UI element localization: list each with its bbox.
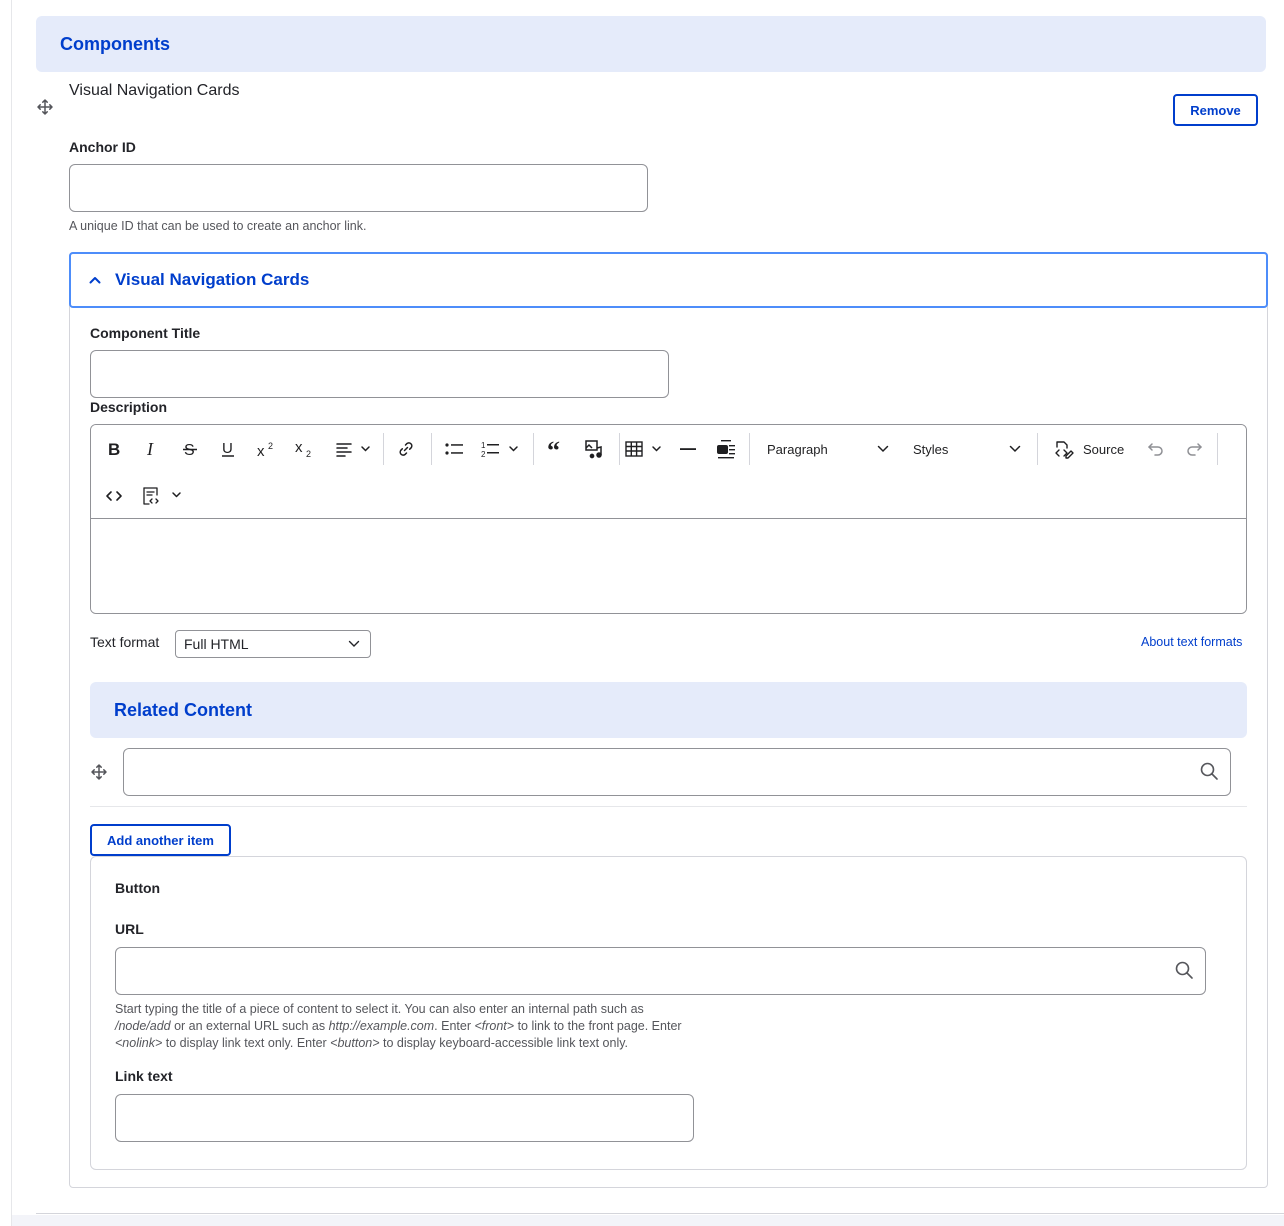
anchor-id-description: A unique ID that can be used to create a… — [69, 219, 367, 233]
link-icon[interactable] — [393, 432, 419, 466]
details-summary-title: Visual Navigation Cards — [115, 270, 310, 289]
text-format-label: Text format — [90, 634, 160, 650]
bold-icon[interactable]: B — [101, 432, 127, 466]
text-format-value: Full HTML — [184, 636, 249, 652]
details-summary-toggle[interactable]: Visual Navigation Cards — [69, 252, 1268, 308]
link-text-input[interactable] — [115, 1094, 694, 1142]
button-fieldset-legend: Button — [115, 880, 161, 896]
chevron-down-icon — [348, 640, 360, 647]
anchor-id-input[interactable] — [69, 164, 648, 212]
blockquote-icon[interactable]: “ — [543, 432, 569, 466]
rich-text-editor: B I S U x2 x2 1 2 “ Paragraph Styles Sou… — [90, 424, 1247, 614]
page-left-border — [11, 0, 12, 1226]
svg-text:x: x — [257, 443, 265, 457]
bulleted-list-icon[interactable] — [441, 432, 467, 466]
styles-dropdown[interactable]: Styles — [913, 432, 1021, 466]
drupal-media-icon[interactable] — [713, 432, 739, 466]
superscript-icon[interactable]: x2 — [253, 432, 279, 466]
editor-toolbar: B I S U x2 x2 1 2 “ Paragraph Styles Sou… — [91, 425, 1246, 519]
italic-icon[interactable]: I — [139, 432, 165, 466]
toolbar-separator — [1217, 433, 1218, 465]
redo-icon[interactable] — [1181, 432, 1207, 466]
component-title-label: Component Title — [90, 325, 201, 341]
chevron-up-icon — [87, 272, 103, 288]
related-content-header: Related Content — [90, 682, 1247, 738]
source-button[interactable]: Source — [1053, 432, 1129, 466]
toolbar-separator — [1037, 433, 1038, 465]
paragraph-type-title: Visual Navigation Cards — [69, 82, 240, 99]
url-label: URL — [115, 921, 144, 937]
table-icon[interactable] — [623, 432, 667, 466]
toolbar-separator — [533, 433, 534, 465]
component-title-input[interactable] — [90, 350, 669, 398]
align-icon[interactable] — [333, 432, 373, 466]
svg-text:U: U — [222, 441, 233, 457]
related-content-title: Related Content — [114, 699, 253, 720]
horizontal-line-icon[interactable] — [675, 432, 701, 466]
search-icon — [1199, 761, 1219, 781]
search-icon — [1174, 960, 1194, 980]
source-icon — [1055, 441, 1074, 459]
heading-dropdown[interactable]: Paragraph — [767, 432, 889, 466]
drag-handle-icon[interactable] — [90, 763, 108, 781]
url-input[interactable] — [115, 947, 1206, 995]
numbered-list-icon[interactable]: 12 — [479, 432, 523, 466]
svg-text:1: 1 — [481, 441, 486, 450]
styles-dropdown-label: Styles — [913, 441, 949, 457]
svg-text:I: I — [146, 441, 154, 457]
drag-handle-icon[interactable] — [36, 98, 54, 116]
svg-text:2: 2 — [268, 441, 273, 451]
toolbar-separator — [749, 433, 750, 465]
components-section-header: Components — [36, 16, 1266, 72]
remove-button[interactable]: Remove — [1173, 94, 1258, 126]
heading-dropdown-label: Paragraph — [767, 441, 828, 457]
undo-icon[interactable] — [1143, 432, 1169, 466]
underline-icon[interactable]: U — [215, 432, 241, 466]
chevron-down-icon — [1009, 445, 1021, 453]
svg-text:2: 2 — [481, 450, 486, 458]
text-format-select[interactable]: Full HTML — [175, 630, 371, 658]
code-block-icon[interactable] — [139, 479, 183, 513]
description-label: Description — [90, 399, 168, 415]
editor-content-area[interactable] — [91, 519, 1246, 613]
subscript-icon[interactable]: x2 — [291, 432, 317, 466]
url-help-text: Start typing the title of a piece of con… — [115, 1002, 682, 1050]
row-divider — [90, 806, 1247, 807]
code-icon[interactable] — [101, 479, 127, 513]
media-icon[interactable] — [581, 432, 607, 466]
page-footer-strip — [12, 1215, 1284, 1226]
svg-text:x: x — [295, 440, 303, 456]
related-content-autocomplete-input[interactable] — [123, 748, 1231, 796]
link-text-label: Link text — [115, 1068, 173, 1084]
toolbar-separator — [431, 433, 432, 465]
svg-text:2: 2 — [306, 449, 311, 458]
svg-text:“: “ — [547, 441, 560, 457]
toolbar-separator — [619, 433, 620, 465]
about-text-formats-link[interactable]: About text formats — [1141, 635, 1242, 649]
bottom-divider — [36, 1213, 1284, 1214]
anchor-id-label: Anchor ID — [69, 139, 136, 155]
chevron-down-icon — [877, 445, 889, 453]
strikethrough-icon[interactable]: S — [177, 432, 203, 466]
add-another-item-button[interactable]: Add another item — [90, 824, 231, 856]
components-title: Components — [60, 33, 170, 54]
svg-text:B: B — [108, 441, 120, 457]
toolbar-separator — [383, 433, 384, 465]
source-label: Source — [1083, 441, 1125, 457]
